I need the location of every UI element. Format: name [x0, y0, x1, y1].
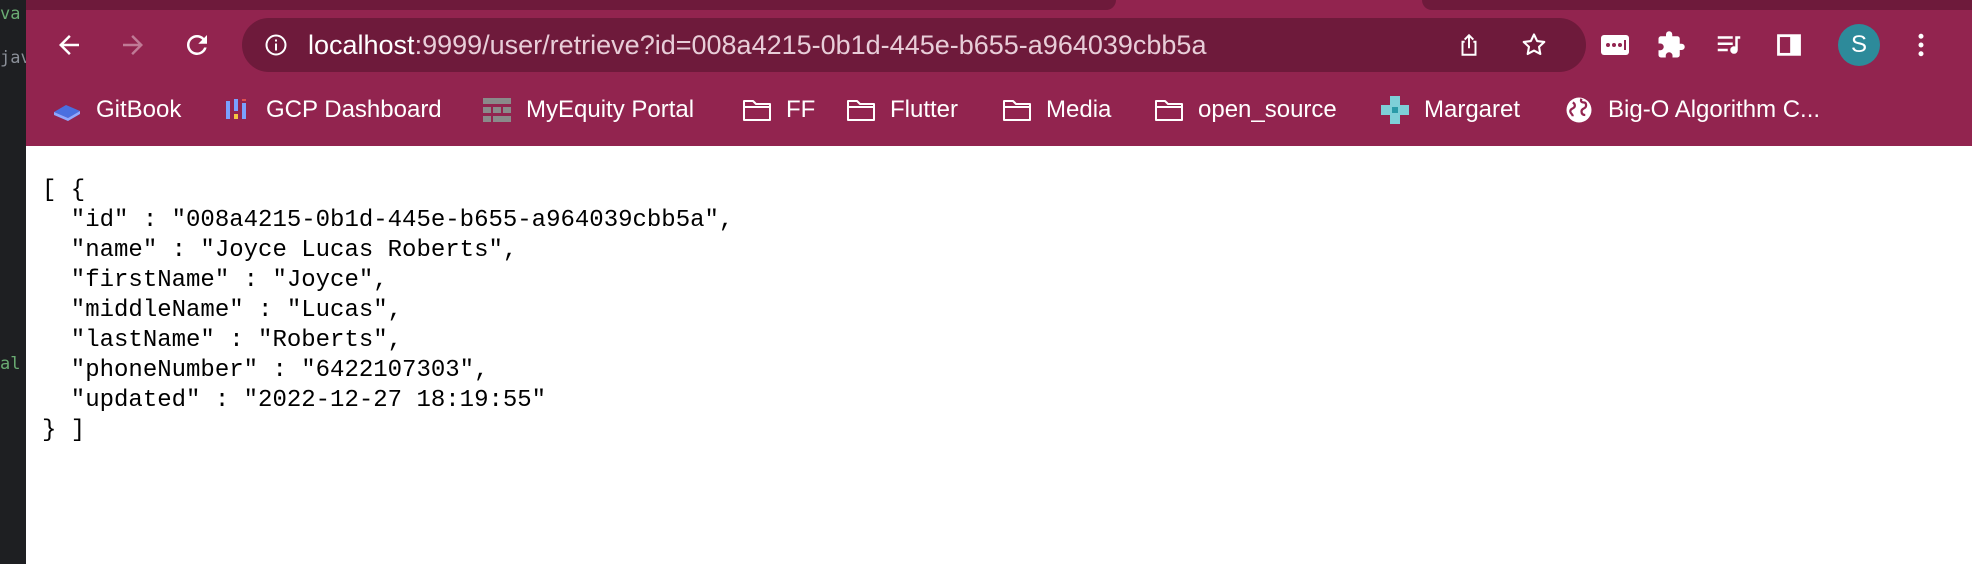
- info-icon[interactable]: [264, 33, 288, 57]
- folder-icon: [846, 95, 876, 125]
- bookmark-label: open_source: [1198, 96, 1337, 123]
- reload-icon: [186, 34, 207, 55]
- json-line: [ {: [42, 177, 86, 204]
- bookmark-label: MyEquity Portal: [526, 96, 695, 123]
- forward-button[interactable]: [110, 22, 156, 68]
- tab[interactable]: [1422, 0, 1972, 10]
- json-line: "firstName" : "Joyce",: [42, 267, 388, 294]
- bookmark-label: Flutter: [890, 96, 959, 123]
- bookmark-folder-media[interactable]: Media: [1002, 90, 1111, 130]
- reload-button[interactable]: [174, 22, 220, 68]
- json-response: [ { "id" : "008a4215-0b1d-445e-b655-a964…: [42, 176, 733, 446]
- gitbook-icon: [52, 95, 82, 125]
- bookmark-label: FF: [786, 96, 816, 123]
- tab[interactable]: [26, 0, 1116, 10]
- bookmark-label: Big-O Algorithm C...: [1608, 96, 1821, 123]
- share-icon[interactable]: [1456, 32, 1482, 58]
- json-line: } ]: [42, 417, 86, 444]
- json-line: "id" : "008a4215-0b1d-445e-b655-a964039c…: [42, 207, 734, 234]
- bookmarks-bar: GitBook GCP Dashboard MyEquity Portal FF…: [26, 90, 1972, 130]
- cross-icon: [1380, 95, 1410, 125]
- folder-icon: [1002, 95, 1032, 125]
- json-line: "name" : "Joyce Lucas Roberts",: [42, 237, 518, 264]
- ide-editor-strip: va jav al: [0, 0, 26, 564]
- folder-icon: [1154, 95, 1184, 125]
- bookmark-margaret[interactable]: Margaret: [1380, 90, 1520, 130]
- json-line: "lastName" : "Roberts",: [42, 327, 403, 354]
- folder-icon: [742, 95, 772, 125]
- arrow-right-icon: [123, 35, 143, 55]
- browser-window: localhost:9999/user/retrieve?id=008a4215…: [26, 0, 1972, 564]
- bookmark-label: Media: [1046, 96, 1112, 123]
- address-bar[interactable]: localhost:9999/user/retrieve?id=008a4215…: [242, 18, 1586, 72]
- gcp-icon: [222, 95, 252, 125]
- bookmark-gcp-dashboard[interactable]: GCP Dashboard: [222, 90, 442, 130]
- grid-icon: [482, 95, 512, 125]
- screen: va jav al localhost:9999/user/retrieve?i…: [0, 0, 1972, 564]
- kebab-menu-icon[interactable]: [1904, 28, 1938, 62]
- bookmark-myequity-portal[interactable]: MyEquity Portal: [482, 90, 694, 130]
- bookmark-gitbook[interactable]: GitBook: [52, 90, 181, 130]
- bookmark-folder-flutter[interactable]: Flutter: [846, 90, 958, 130]
- json-line: "updated" : "2022-12-27 18:19:55": [42, 387, 547, 414]
- bookmark-folder-ff[interactable]: FF: [742, 90, 815, 130]
- url-text[interactable]: localhost:9999/user/retrieve?id=008a4215…: [308, 18, 1206, 72]
- globe-icon: [1564, 95, 1594, 125]
- media-queue-icon[interactable]: [1712, 28, 1746, 62]
- side-panel-icon[interactable]: [1772, 28, 1806, 62]
- star-icon[interactable]: [1520, 31, 1548, 59]
- json-line: "middleName" : "Lucas",: [42, 297, 403, 324]
- ide-code-fragment: va: [0, 4, 21, 24]
- profile-avatar[interactable]: S: [1838, 24, 1880, 66]
- json-line: "phoneNumber" : "6422107303",: [42, 357, 489, 384]
- bookmark-label: GitBook: [96, 96, 182, 123]
- back-button[interactable]: [46, 22, 92, 68]
- bookmark-label: GCP Dashboard: [266, 96, 442, 123]
- url-host: localhost: [308, 30, 415, 60]
- bookmark-label: Margaret: [1424, 96, 1521, 123]
- ide-code-fragment: jav: [0, 48, 26, 68]
- extension-dots-icon[interactable]: [1598, 28, 1632, 62]
- bookmark-folder-open-source[interactable]: open_source: [1154, 90, 1337, 130]
- browser-chrome: localhost:9999/user/retrieve?id=008a4215…: [26, 0, 1972, 146]
- ide-code-fragment: al: [0, 354, 21, 374]
- bookmark-big-o[interactable]: Big-O Algorithm C...: [1564, 90, 1820, 130]
- page-content: [ { "id" : "008a4215-0b1d-445e-b655-a964…: [26, 146, 1972, 564]
- arrow-left-icon: [59, 35, 79, 55]
- puzzle-icon[interactable]: [1654, 28, 1688, 62]
- url-path: :9999/user/retrieve?id=008a4215-0b1d-445…: [414, 30, 1207, 60]
